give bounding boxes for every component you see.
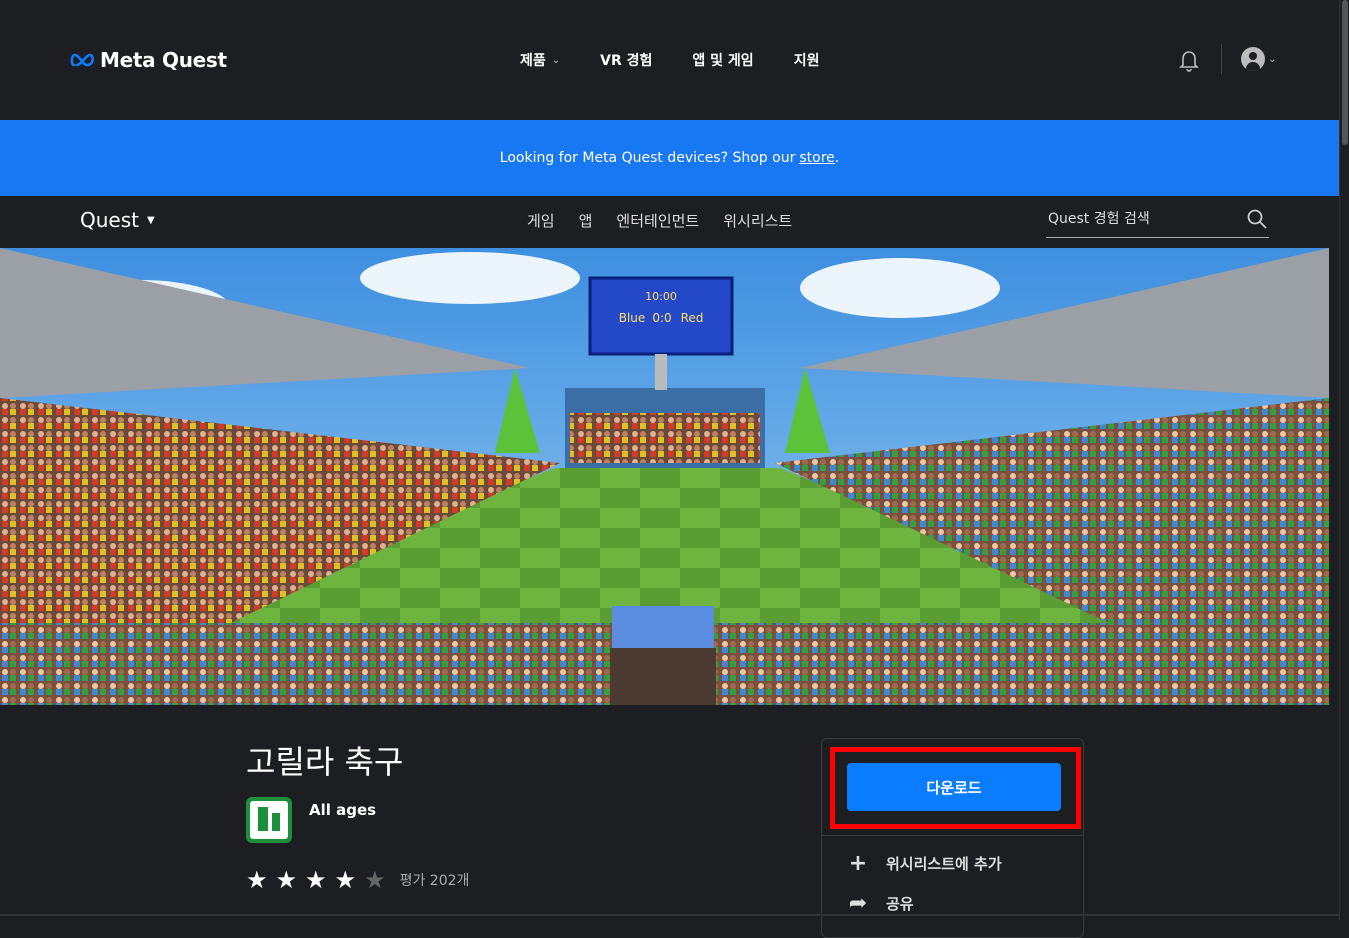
quest-platform-selector[interactable]: Quest ▼ — [80, 208, 155, 232]
scrollbar-thumb[interactable] — [1342, 0, 1348, 145]
caret-down-icon: ▼ — [146, 214, 155, 226]
category-games[interactable]: 게임 — [527, 210, 555, 231]
scoreboard-away: Red — [681, 311, 704, 325]
star-icon: ★ — [334, 866, 357, 894]
share-label: 공유 — [886, 895, 914, 913]
download-button[interactable]: 다운로드 — [847, 763, 1061, 811]
category-entertainment[interactable]: 엔터테인먼트 — [616, 210, 699, 231]
page-bottom-edge — [0, 914, 1339, 916]
star-empty-icon: ★ — [364, 866, 386, 894]
age-rating-label: All ages — [309, 801, 377, 819]
nav-vr-label: VR 경험 — [600, 53, 653, 69]
chevron-down-icon: ⌄ — [1268, 53, 1277, 65]
star-icon: ★ — [246, 866, 268, 894]
main-nav: 제품 ⌄ VR 경험 앱 및 게임 지원 — [520, 50, 819, 70]
search-box — [1046, 204, 1269, 238]
banner-suffix: . — [834, 150, 840, 166]
star-icon: ★ — [305, 866, 327, 894]
nav-vr-experience[interactable]: VR 경험 — [600, 50, 652, 70]
store-link[interactable]: store — [799, 150, 834, 166]
category-wishlist[interactable]: 위시리스트 — [723, 210, 792, 231]
nav-support-label: 지원 — [793, 53, 820, 69]
page-scrollbar[interactable] — [1339, 0, 1349, 920]
scoreboard-score: 0:0 — [652, 311, 671, 325]
stadium-image: 10:00 Blue 0:0 Red — [0, 248, 1329, 705]
nav-apps-label: 앱 및 게임 — [692, 53, 754, 69]
plus-icon: + — [848, 851, 868, 876]
star-rating[interactable]: ★ ★ ★ ★ ★ 평가 202개 — [246, 868, 469, 892]
wishlist-label: 위시리스트에 추가 — [886, 855, 1002, 873]
store-categories: 게임 앱 엔터테인먼트 위시리스트 — [527, 210, 792, 231]
header-divider — [1221, 44, 1222, 74]
promo-banner: Looking for Meta Quest devices? Shop our… — [0, 120, 1339, 196]
panel-divider — [822, 835, 1083, 836]
logo-text: Meta Quest — [100, 48, 227, 72]
scoreboard-time: 10:00 — [645, 290, 677, 303]
nav-products[interactable]: 제품 ⌄ — [520, 50, 560, 70]
hero-screenshot: 10:00 Blue 0:0 Red — [0, 248, 1329, 705]
banner-text: Looking for Meta Quest devices? Shop our — [499, 150, 796, 166]
purchase-panel: 다운로드 + 위시리스트에 추가 ➦ 공유 — [821, 738, 1084, 938]
nav-support[interactable]: 지원 — [794, 50, 820, 70]
top-header: Meta Quest 제품 ⌄ VR 경험 앱 및 게임 지원 ⌄ — [0, 0, 1339, 120]
chevron-down-icon: ⌄ — [551, 54, 561, 66]
nav-products-label: 제품 — [520, 53, 546, 69]
product-details: 고릴라 축구 All ages ★ ★ ★ ★ ★ 평가 202개 다운로드 +… — [0, 705, 1339, 938]
share-button[interactable]: ➦ 공유 — [848, 891, 914, 916]
add-to-wishlist-button[interactable]: + 위시리스트에 추가 — [848, 851, 1002, 876]
nav-apps-games[interactable]: 앱 및 게임 — [692, 50, 753, 70]
meta-quest-logo[interactable]: Meta Quest — [70, 48, 227, 72]
age-rating-badge-icon — [246, 797, 292, 843]
search-icon[interactable] — [1247, 209, 1267, 229]
product-title: 고릴라 축구 — [246, 743, 404, 781]
account-icon — [1241, 47, 1265, 71]
star-icon: ★ — [275, 866, 298, 894]
share-arrow-icon: ➦ — [848, 891, 868, 916]
store-subnav: Quest ▼ 게임 앱 엔터테인먼트 위시리스트 — [0, 196, 1339, 248]
meta-infinity-icon — [70, 53, 94, 67]
platform-label: Quest — [80, 208, 139, 232]
account-menu[interactable]: ⌄ — [1241, 47, 1276, 71]
category-apps[interactable]: 앱 — [579, 210, 593, 231]
search-input[interactable] — [1046, 204, 1231, 234]
scoreboard-home: Blue — [619, 311, 646, 325]
review-count[interactable]: 평가 202개 — [400, 870, 470, 890]
bell-icon[interactable] — [1178, 48, 1200, 72]
